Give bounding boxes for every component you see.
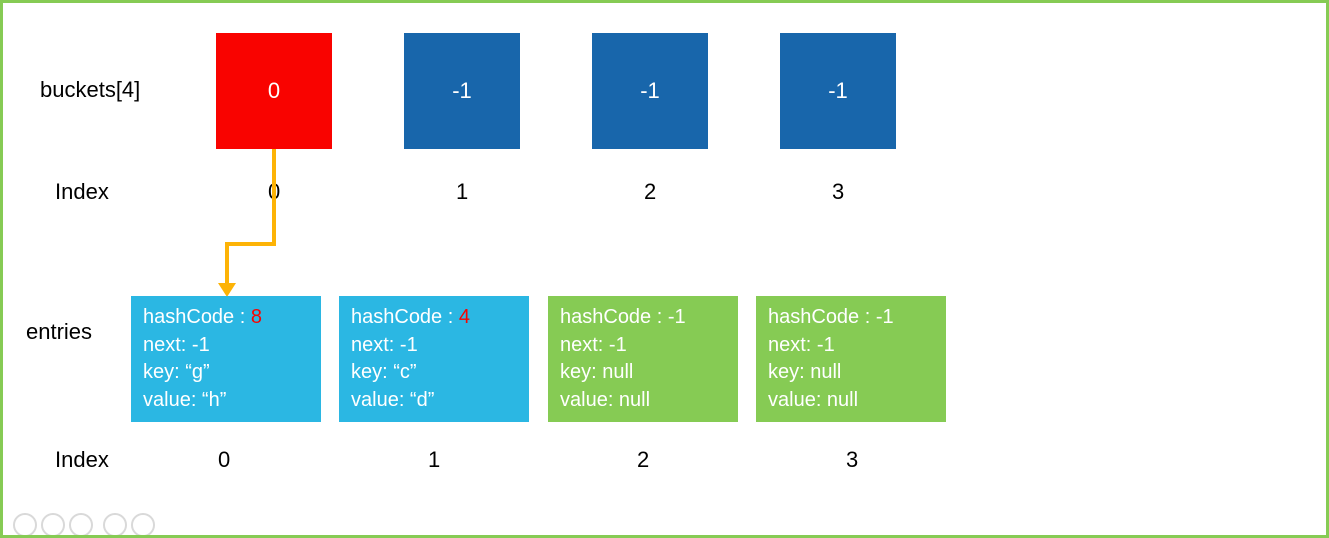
decorative-circle: [103, 513, 127, 537]
entry-1: hashCode : 4 next: -1 key: “c” value: “d…: [339, 296, 529, 422]
entries-row-label: entries: [26, 319, 92, 345]
bucket-index-row-label: Index: [55, 179, 109, 205]
decorative-circle: [69, 513, 93, 537]
bucket-index-1: 1: [456, 179, 468, 205]
bucket-2: -1: [592, 33, 708, 149]
bucket-value: -1: [452, 78, 472, 104]
decorative-circle: [41, 513, 65, 537]
entry-value: value: “h”: [143, 387, 309, 415]
bucket-value: -1: [828, 78, 848, 104]
decorative-circle: [13, 513, 37, 537]
entry-key: key: “g”: [143, 359, 309, 387]
entry-key: key: null: [560, 359, 726, 387]
buckets-row-label: buckets[4]: [40, 77, 140, 103]
entry-hashcode: hashCode : 8: [143, 304, 309, 332]
entry-2: hashCode : -1 next: -1 key: null value: …: [548, 296, 738, 422]
entry-3: hashCode : -1 next: -1 key: null value: …: [756, 296, 946, 422]
entry-value: value: null: [768, 387, 934, 415]
arrow-segment-1: [272, 149, 276, 242]
bucket-value: -1: [640, 78, 660, 104]
bucket-value: 0: [268, 78, 280, 104]
entry-index-2: 2: [637, 447, 649, 473]
entry-index-0: 0: [218, 447, 230, 473]
entry-value: value: “d”: [351, 387, 517, 415]
bucket-3: -1: [780, 33, 896, 149]
entry-0: hashCode : 8 next: -1 key: “g” value: “h…: [131, 296, 321, 422]
entry-hashcode: hashCode : -1: [768, 304, 934, 332]
arrow-head-icon: [218, 283, 236, 297]
entries-index-row-label: Index: [55, 447, 109, 473]
bucket-index-2: 2: [644, 179, 656, 205]
entry-next: next: -1: [351, 332, 517, 360]
entry-hashcode: hashCode : 4: [351, 304, 517, 332]
entry-key: key: “c”: [351, 359, 517, 387]
arrow-segment-2: [225, 242, 276, 246]
entry-value: value: null: [560, 387, 726, 415]
arrow-segment-3: [225, 242, 229, 283]
entry-key: key: null: [768, 359, 934, 387]
entry-index-3: 3: [846, 447, 858, 473]
bucket-index-3: 3: [832, 179, 844, 205]
entry-next: next: -1: [143, 332, 309, 360]
entry-next: next: -1: [768, 332, 934, 360]
diagram-frame: buckets[4] 0 -1 -1 -1 Index 0 1 2 3 entr…: [0, 0, 1329, 538]
entry-hashcode: hashCode : -1: [560, 304, 726, 332]
bucket-0: 0: [216, 33, 332, 149]
bucket-1: -1: [404, 33, 520, 149]
decorative-circle: [131, 513, 155, 537]
entry-index-1: 1: [428, 447, 440, 473]
entry-next: next: -1: [560, 332, 726, 360]
